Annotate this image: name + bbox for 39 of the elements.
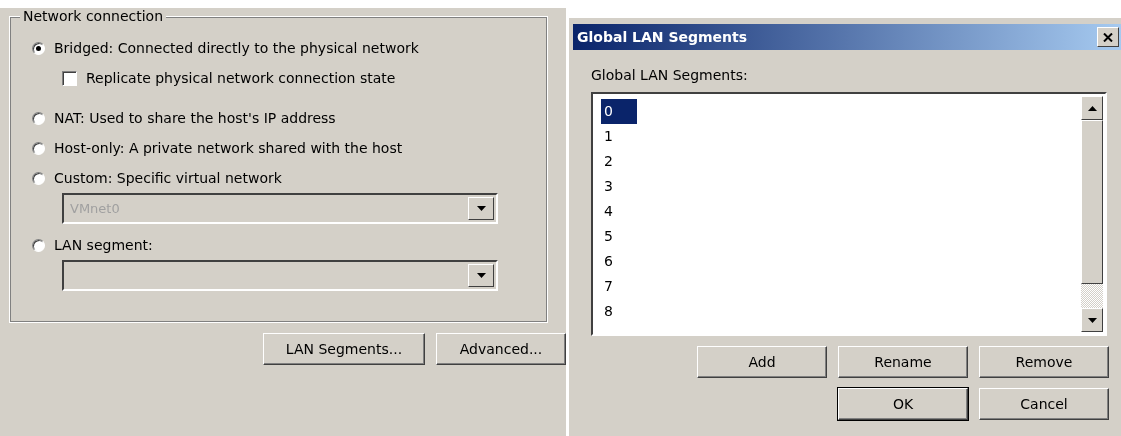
up-arrow-icon — [1087, 105, 1097, 111]
scroll-up-button[interactable] — [1081, 96, 1103, 120]
dropdown-arrow-icon — [476, 206, 486, 211]
list-item[interactable]: 6 — [601, 249, 637, 274]
list-item[interactable]: 1 — [601, 124, 637, 149]
list-item[interactable]: 5 — [601, 224, 637, 249]
radio-label: Bridged: Connected directly to the physical network — [54, 39, 419, 57]
radio-button[interactable] — [32, 238, 45, 252]
ok-button[interactable]: OK — [838, 388, 968, 420]
list-label: Global LAN Segments: — [591, 66, 749, 84]
checkbox-label: Replicate physical network connection state — [86, 69, 396, 87]
list-item[interactable]: 0 — [601, 99, 637, 124]
advanced-button[interactable]: Advanced... — [436, 333, 566, 365]
action-button[interactable]: Remove — [979, 346, 1109, 378]
close-button[interactable] — [1097, 27, 1119, 47]
radio-button[interactable] — [32, 111, 45, 125]
radio-label: Host-only: A private network shared with the host — [54, 139, 403, 157]
radio-label: Custom: Specific virtual network — [54, 169, 282, 187]
action-button[interactable]: Rename — [838, 346, 968, 378]
scroll-down-button[interactable] — [1081, 308, 1103, 332]
action-button[interactable]: Add — [697, 346, 827, 378]
scroll-thumb[interactable] — [1081, 120, 1103, 284]
list-item[interactable]: 7 — [601, 274, 637, 299]
checkbox[interactable] — [62, 70, 77, 86]
radio-label: NAT: Used to share the host's IP address — [54, 109, 336, 127]
group-title: Network connection — [20, 8, 167, 24]
dropdown-arrow-icon — [476, 273, 486, 278]
radio-label: LAN segment: — [54, 236, 153, 254]
dialog-title: Global LAN Segments — [577, 29, 748, 45]
down-arrow-icon — [1087, 317, 1097, 323]
list-item[interactable]: 8 — [601, 299, 637, 324]
list-item[interactable]: 2 — [601, 149, 637, 174]
lan-segments-button[interactable]: LAN Segments... — [263, 333, 425, 365]
cancel-button[interactable]: Cancel — [979, 388, 1109, 420]
close-icon — [1103, 32, 1113, 42]
radio-button[interactable] — [32, 41, 45, 55]
radio-button[interactable] — [32, 171, 45, 185]
list-item[interactable]: 4 — [601, 199, 637, 224]
list-item[interactable]: 3 — [601, 174, 637, 199]
